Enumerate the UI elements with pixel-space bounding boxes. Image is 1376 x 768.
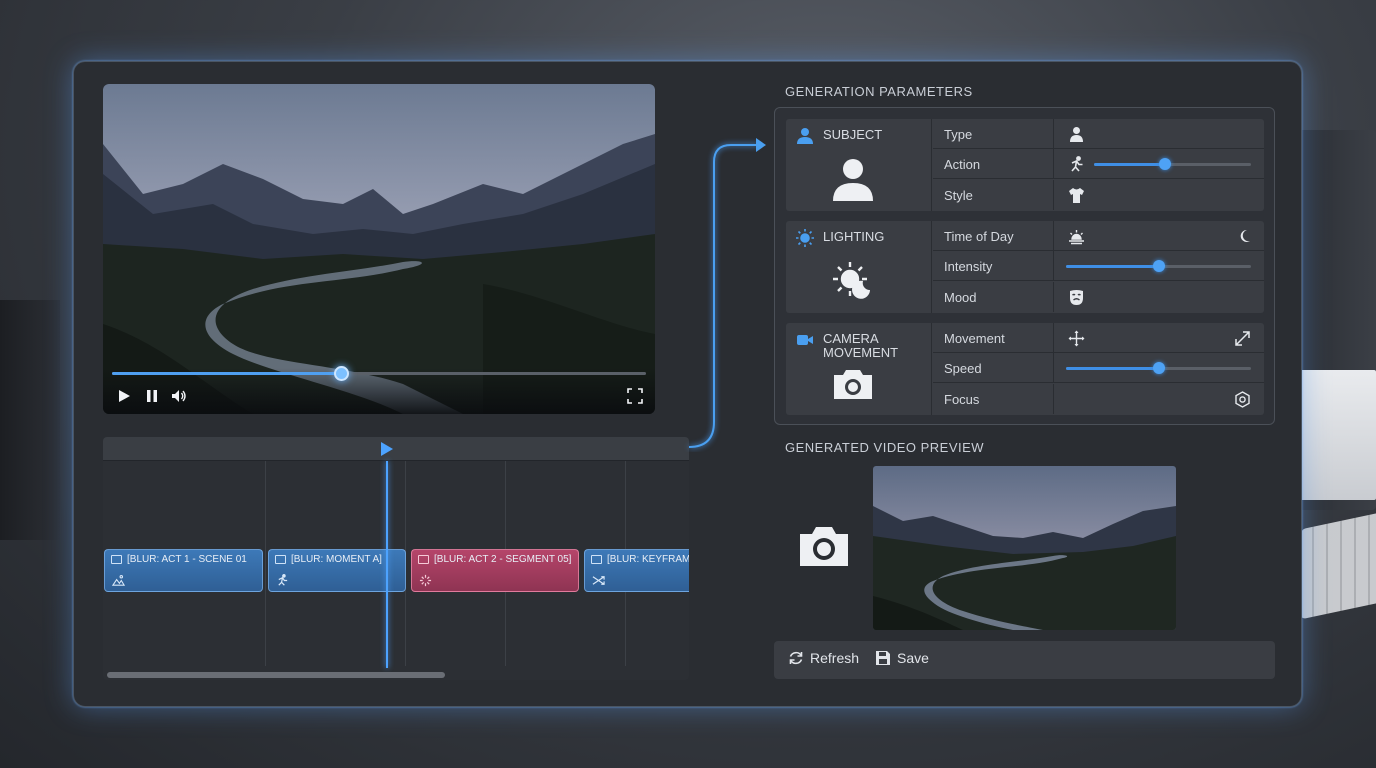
connector-arrow bbox=[688, 138, 766, 448]
param-row-movement[interactable]: Movement bbox=[933, 323, 1264, 353]
camera-icon bbox=[800, 527, 848, 566]
param-row-speed[interactable]: Speed bbox=[933, 353, 1264, 383]
lighting-label: LIGHTING bbox=[823, 229, 885, 244]
intensity-slider[interactable] bbox=[1066, 260, 1251, 272]
theater-mask-icon[interactable] bbox=[1068, 289, 1085, 306]
playhead-marker[interactable] bbox=[381, 442, 393, 456]
clip-label: [BLUR: ACT 1 - SCENE 01 bbox=[127, 554, 247, 565]
pause-icon[interactable] bbox=[144, 388, 160, 404]
param-row-style[interactable]: Style bbox=[933, 180, 1264, 210]
person-icon bbox=[797, 128, 813, 144]
person-icon[interactable] bbox=[1068, 126, 1085, 143]
moon-icon[interactable] bbox=[1238, 228, 1255, 245]
shirt-icon[interactable] bbox=[1068, 187, 1085, 204]
shuffle-icon bbox=[592, 576, 605, 585]
param-row-intensity[interactable]: Intensity bbox=[933, 251, 1264, 281]
landscape-icon bbox=[112, 575, 125, 586]
sun-icon bbox=[796, 229, 814, 247]
param-label: Movement bbox=[944, 331, 1005, 346]
camera-label: CAMERA MOVEMENT bbox=[823, 331, 899, 360]
slider-handle[interactable] bbox=[1158, 158, 1171, 170]
generated-video-preview[interactable] bbox=[873, 466, 1176, 630]
move-icon[interactable] bbox=[1068, 330, 1085, 347]
person-large-icon bbox=[833, 159, 873, 201]
running-icon bbox=[278, 574, 288, 586]
clip-icon bbox=[418, 555, 429, 564]
param-label: Intensity bbox=[944, 259, 993, 274]
parameters-title: GENERATION PARAMETERS bbox=[785, 84, 973, 99]
action-bar: Refresh Save bbox=[774, 641, 1275, 679]
timeline-clip[interactable]: [BLUR: ACT 2 - SEGMENT 05] bbox=[411, 549, 579, 592]
focus-icon[interactable] bbox=[1234, 391, 1251, 408]
param-row-mood[interactable]: Mood bbox=[933, 282, 1264, 312]
param-label: Type bbox=[944, 127, 973, 142]
param-label: Action bbox=[944, 157, 981, 172]
preview-title: GENERATED VIDEO PREVIEW bbox=[785, 440, 985, 455]
sun-moon-icon bbox=[833, 262, 870, 299]
parameters-panel: SUBJECT Type Action Style LIGHTING Time … bbox=[774, 107, 1275, 425]
clip-icon bbox=[275, 555, 286, 564]
slider-handle[interactable] bbox=[1152, 362, 1165, 374]
seek-handle[interactable] bbox=[334, 366, 350, 381]
background-keyboard bbox=[1300, 510, 1376, 620]
volume-icon[interactable] bbox=[171, 388, 187, 404]
timeline-ruler[interactable] bbox=[103, 437, 689, 461]
camera-large-icon bbox=[834, 370, 872, 399]
video-player[interactable] bbox=[103, 84, 655, 414]
save-label: Save bbox=[897, 650, 929, 666]
refresh-label: Refresh bbox=[810, 650, 860, 666]
timeline-clip[interactable]: [BLUR: ACT 1 - SCENE 01 bbox=[104, 549, 263, 592]
video-frame bbox=[103, 84, 655, 414]
fullscreen-icon[interactable] bbox=[627, 388, 643, 404]
play-icon[interactable] bbox=[116, 388, 132, 404]
clip-label: [BLUR: MOMENT A] bbox=[291, 554, 382, 565]
sparkle-icon bbox=[419, 574, 432, 587]
background-monitor bbox=[1290, 130, 1376, 510]
param-label: Focus bbox=[944, 392, 980, 407]
param-label: Time of Day bbox=[944, 229, 1014, 244]
refresh-icon bbox=[789, 651, 803, 665]
app-window: [BLUR: ACT 1 - SCENE 01 [BLUR: MOMENT A]… bbox=[73, 61, 1302, 707]
param-row-time-of-day[interactable]: Time of Day bbox=[933, 221, 1264, 251]
timeline[interactable]: [BLUR: ACT 1 - SCENE 01 [BLUR: MOMENT A]… bbox=[103, 437, 689, 680]
video-camera-icon bbox=[797, 335, 813, 345]
expand-icon[interactable] bbox=[1234, 330, 1251, 347]
save-button[interactable]: Save bbox=[875, 650, 929, 666]
param-label: Style bbox=[944, 188, 973, 203]
sunrise-icon[interactable] bbox=[1068, 228, 1085, 245]
background-left-object bbox=[0, 300, 60, 540]
subject-label: SUBJECT bbox=[823, 127, 883, 142]
refresh-button[interactable]: Refresh bbox=[788, 650, 859, 666]
param-row-type[interactable]: Type bbox=[933, 119, 1264, 149]
param-row-focus[interactable]: Focus bbox=[933, 384, 1264, 414]
param-label: Speed bbox=[944, 361, 982, 376]
speed-slider[interactable] bbox=[1066, 362, 1251, 374]
timeline-scrollbar[interactable] bbox=[107, 672, 445, 678]
clip-icon bbox=[111, 555, 122, 564]
preview-frame bbox=[873, 466, 1176, 630]
camera-group: CAMERA MOVEMENT Movement Speed Focus bbox=[786, 323, 1264, 415]
clip-label: [BLUR: KEYFRAME 0 bbox=[607, 554, 689, 565]
seek-bar[interactable] bbox=[112, 366, 646, 381]
clip-label: [BLUR: ACT 2 - SEGMENT 05] bbox=[434, 554, 572, 565]
lighting-group: LIGHTING Time of Day Intensity Mood bbox=[786, 221, 1264, 313]
save-icon bbox=[876, 651, 890, 665]
param-row-action[interactable]: Action bbox=[933, 149, 1264, 179]
clip-icon bbox=[591, 555, 602, 564]
slider-handle[interactable] bbox=[1152, 260, 1165, 272]
param-label: Mood bbox=[944, 290, 977, 305]
action-slider[interactable] bbox=[1094, 158, 1251, 170]
playhead[interactable] bbox=[386, 461, 388, 668]
subject-group: SUBJECT Type Action Style bbox=[786, 119, 1264, 211]
running-icon bbox=[1071, 156, 1083, 172]
timeline-clip[interactable]: [BLUR: KEYFRAME 0 bbox=[584, 549, 689, 592]
